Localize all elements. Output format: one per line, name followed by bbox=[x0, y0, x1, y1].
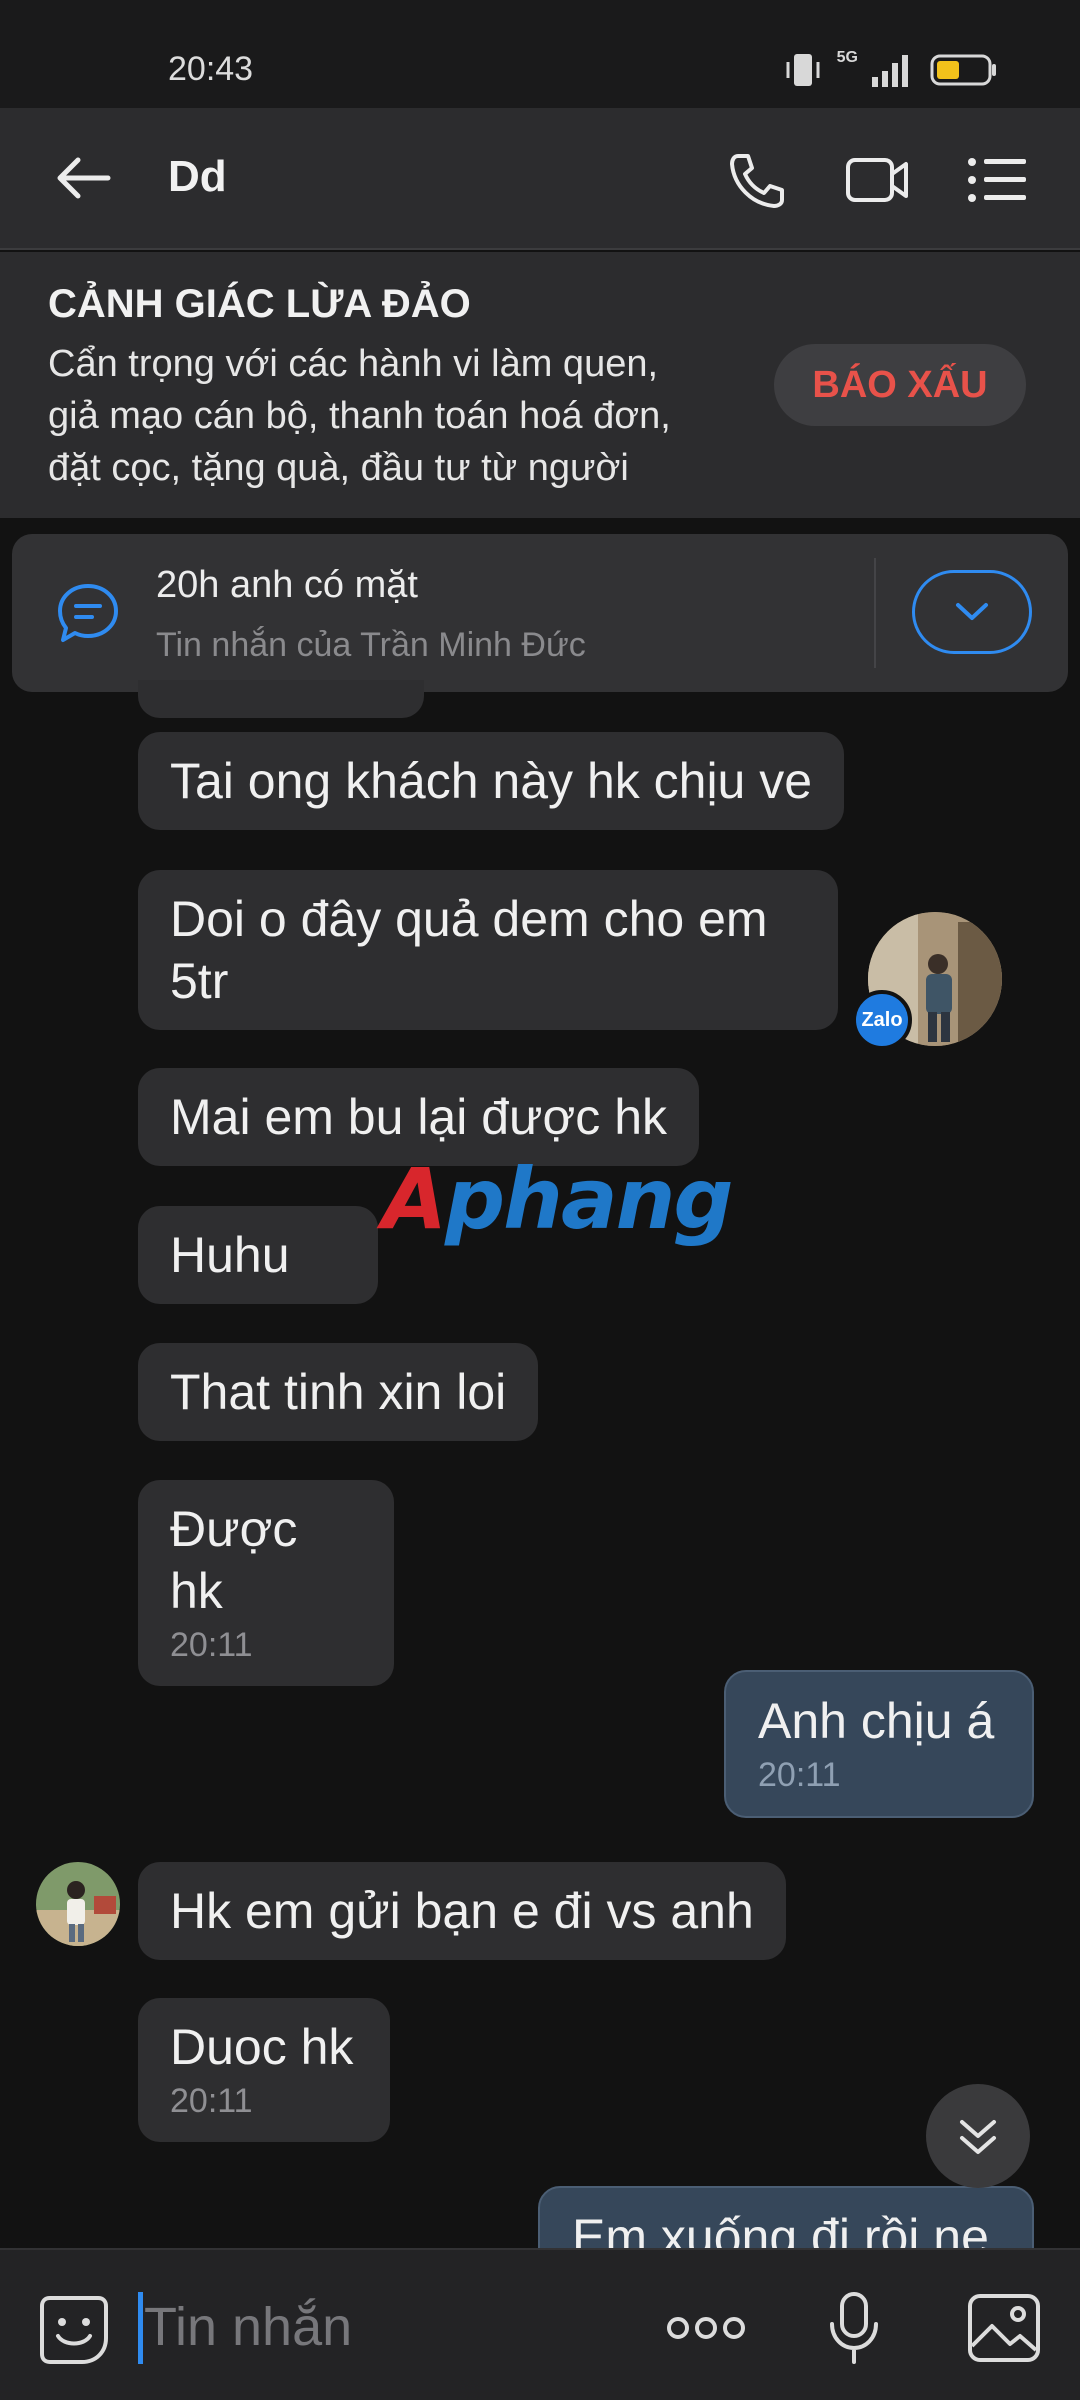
sender-avatar[interactable] bbox=[36, 1862, 120, 1946]
message-bubble[interactable]: Hk em gửi bạn e đi vs anh bbox=[138, 1862, 786, 1960]
message-text: Tai ong khách này hk chịu ve bbox=[170, 753, 813, 809]
phone-call-icon[interactable] bbox=[724, 150, 788, 210]
image-gallery-icon[interactable] bbox=[966, 2292, 1042, 2364]
text-cursor bbox=[138, 2292, 143, 2364]
message-bubble[interactable]: Duoc hk 20:11 bbox=[138, 1998, 390, 2142]
more-options-icon[interactable] bbox=[664, 2308, 748, 2348]
back-arrow-icon[interactable] bbox=[52, 150, 116, 206]
signal-icon bbox=[872, 55, 908, 87]
watermark-rest: phang bbox=[445, 1150, 734, 1248]
network-type: 5G bbox=[836, 49, 858, 66]
message-input[interactable]: Tin nhắn bbox=[144, 2296, 352, 2358]
status-icons: 5G bbox=[783, 49, 998, 88]
message-bubble[interactable]: Được hk 20:11 bbox=[138, 1480, 394, 1686]
status-bar: 20:43 5G bbox=[0, 0, 1080, 108]
microphone-icon[interactable] bbox=[826, 2290, 882, 2366]
message-text: Được hk bbox=[170, 1501, 298, 1619]
message-bubble-icon bbox=[58, 584, 118, 642]
message-bubble[interactable]: Doi o đây quả dem cho em 5tr bbox=[138, 870, 838, 1030]
pinned-subtitle: Tin nhắn của Trần Minh Đức bbox=[156, 626, 586, 664]
expand-pinned-button[interactable] bbox=[912, 570, 1032, 654]
scam-warning-banner: CẢNH GIÁC LỪA ĐẢO Cẩn trọng với các hành… bbox=[0, 252, 1080, 518]
warning-line: Cẩn trọng với các hành vi làm quen, bbox=[48, 343, 659, 385]
warning-line: giả mạo cán bộ, thanh toán hoá đơn, bbox=[48, 395, 671, 437]
contact-name[interactable]: Dd bbox=[168, 152, 227, 202]
message-bubble[interactable]: Tai ong khách này hk chịu ve bbox=[138, 732, 845, 830]
zalo-badge: Zalo bbox=[852, 990, 912, 1050]
pinned-message[interactable]: 20h anh có mặt Tin nhắn của Trần Minh Đứ… bbox=[12, 534, 1068, 692]
message-bubble[interactable]: Huhu bbox=[138, 1206, 378, 1304]
message-text: Mai em bu lại được hk bbox=[170, 1089, 667, 1145]
watermark: Aphang bbox=[382, 1150, 734, 1248]
message-text: Anh chịu á bbox=[758, 1693, 995, 1749]
menu-list-icon[interactable] bbox=[966, 150, 1030, 210]
message-text: Huhu bbox=[170, 1227, 290, 1283]
video-call-icon[interactable] bbox=[844, 150, 910, 210]
message-time: 20:11 bbox=[758, 1756, 841, 1794]
message-bubble-partial bbox=[138, 680, 424, 718]
zalo-badge-label: Zalo bbox=[861, 1009, 903, 1031]
message-time: 20:11 bbox=[170, 1626, 253, 1664]
report-button[interactable]: BÁO XẤU bbox=[774, 344, 1026, 426]
message-text: 5tr bbox=[170, 953, 229, 1009]
message-text: Doi o đây quả dem cho em bbox=[170, 891, 768, 947]
message-input-bar: Tin nhắn bbox=[0, 2248, 1080, 2400]
message-text: Hk em gửi bạn e đi vs anh bbox=[170, 1883, 754, 1939]
vibrate-icon bbox=[786, 54, 820, 86]
message-bubble[interactable]: That tinh xin loi bbox=[138, 1343, 539, 1441]
warning-text: Cẩn trọng với các hành vi làm quen, giả … bbox=[48, 338, 768, 494]
pinned-title: 20h anh có mặt bbox=[156, 564, 418, 606]
scroll-to-bottom-button[interactable] bbox=[926, 2084, 1030, 2188]
warning-title: CẢNH GIÁC LỪA ĐẢO bbox=[48, 282, 471, 326]
message-text: Duoc hk bbox=[170, 2019, 354, 2075]
warning-line: đặt cọc, tặng quà, đầu tư từ người bbox=[48, 447, 629, 489]
divider bbox=[874, 558, 876, 668]
avatar-photo bbox=[36, 1862, 120, 1946]
chevron-down-icon bbox=[956, 603, 988, 620]
chat-header: Dd bbox=[0, 108, 1080, 250]
sticker-icon[interactable] bbox=[36, 2292, 112, 2368]
message-text: That tinh xin loi bbox=[170, 1364, 507, 1420]
message-time: 20:11 bbox=[170, 2082, 253, 2120]
outgoing-message-bubble[interactable]: Anh chịu á 20:11 bbox=[724, 1670, 1034, 1818]
battery-icon bbox=[930, 54, 996, 86]
status-time: 20:43 bbox=[168, 50, 254, 88]
double-chevron-down-icon bbox=[960, 2120, 996, 2154]
watermark-a: A bbox=[382, 1150, 447, 1248]
